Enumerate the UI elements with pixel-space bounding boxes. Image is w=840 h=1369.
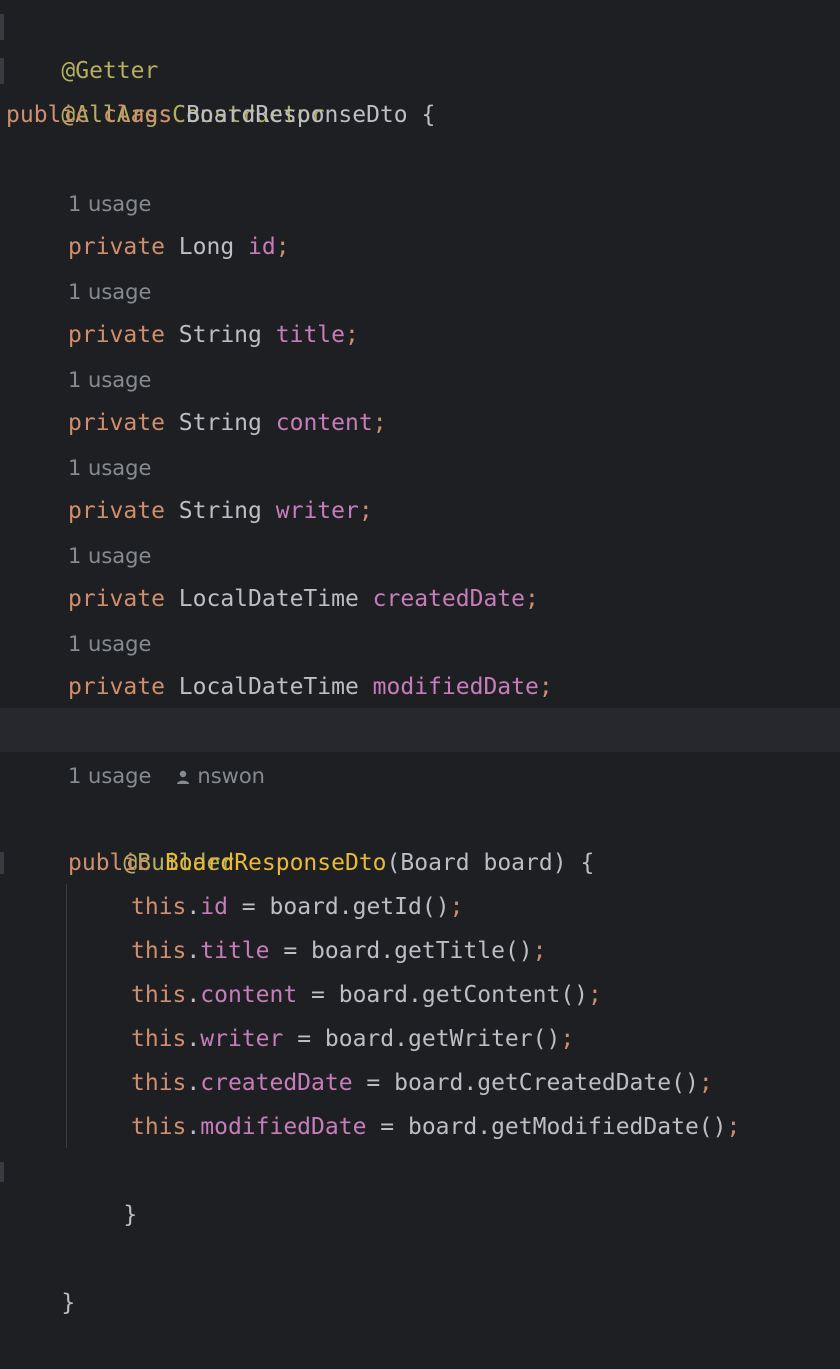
getter-call: getCreatedDate bbox=[477, 1070, 672, 1096]
class-name: BoardResponseDto bbox=[186, 102, 408, 128]
keyword-this: this bbox=[131, 938, 187, 964]
usage-hint[interactable]: 1 usage bbox=[68, 764, 151, 788]
code-line-annotation-getter[interactable]: @Getter bbox=[6, 5, 840, 84]
user-icon bbox=[177, 770, 190, 784]
keyword-this: this bbox=[131, 1070, 187, 1096]
field-name: writer bbox=[275, 498, 359, 524]
keyword-private: private bbox=[68, 674, 165, 700]
code-line-annotation-allargs[interactable]: @AllArgsConstructor bbox=[6, 49, 840, 128]
param-name: board bbox=[483, 850, 553, 876]
semicolon: ; bbox=[358, 498, 373, 524]
code-line-constructor-close[interactable]: } bbox=[68, 1149, 840, 1228]
constructor-inlay-hint[interactable]: 1 usage nswon bbox=[68, 754, 840, 798]
field-type: LocalDateTime bbox=[178, 586, 359, 612]
open-brace: { bbox=[421, 102, 436, 128]
assign-field: writer bbox=[200, 1026, 284, 1052]
keyword-private: private bbox=[68, 586, 165, 612]
param-ref: board bbox=[407, 1114, 478, 1140]
semicolon: ; bbox=[275, 234, 290, 260]
keyword-this: this bbox=[131, 894, 187, 920]
code-line-annotation-builder[interactable]: @Builder bbox=[68, 797, 840, 876]
keyword-this: this bbox=[131, 1114, 187, 1140]
keyword-this: this bbox=[131, 1026, 187, 1052]
code-line-assign-id[interactable]: this.id = board.getId(); bbox=[131, 885, 840, 929]
code-line-constructor-declaration[interactable]: public BoardResponseDto(Board board) { bbox=[68, 841, 840, 885]
current-line-highlight bbox=[0, 708, 840, 752]
field-type: String bbox=[178, 410, 262, 436]
semicolon: ; bbox=[538, 674, 553, 700]
code-line-assign-createddate[interactable]: this.createdDate = board.getCreatedDate(… bbox=[131, 1061, 840, 1105]
field-type: String bbox=[178, 322, 262, 348]
code-line-field-createddate[interactable]: private LocalDateTime createdDate; bbox=[68, 577, 840, 621]
usage-hint[interactable]: 1 usage bbox=[68, 622, 840, 666]
keyword-this: this bbox=[131, 982, 187, 1008]
usage-hint[interactable]: 1 usage bbox=[68, 358, 840, 402]
assign-field: modifiedDate bbox=[200, 1114, 367, 1140]
getter-call: getWriter bbox=[408, 1026, 533, 1052]
gutter-fold-marker[interactable] bbox=[0, 14, 4, 40]
close-brace: } bbox=[123, 1202, 138, 1228]
code-line-field-content[interactable]: private String content; bbox=[68, 401, 840, 445]
code-line-field-modifieddate[interactable]: private LocalDateTime modifiedDate; bbox=[68, 665, 840, 709]
code-line-field-id[interactable]: private Long id; bbox=[68, 225, 840, 269]
code-line-assign-modifieddate[interactable]: this.modifiedDate = board.getModifiedDat… bbox=[131, 1105, 840, 1149]
param-ref: board bbox=[269, 894, 339, 920]
code-line-class-close[interactable]: } bbox=[6, 1237, 840, 1316]
keyword-private: private bbox=[68, 498, 165, 524]
code-line-field-writer[interactable]: private String writer; bbox=[68, 489, 840, 533]
field-name: modifiedDate bbox=[372, 674, 539, 700]
usage-hint[interactable]: 1 usage bbox=[68, 534, 840, 578]
usage-hint[interactable]: 1 usage bbox=[68, 182, 840, 226]
field-type: Long bbox=[178, 234, 235, 260]
gutter-fold-marker[interactable] bbox=[0, 852, 4, 874]
open-paren: ( bbox=[386, 850, 401, 876]
assign-field: id bbox=[200, 894, 228, 920]
semicolon: ; bbox=[372, 410, 387, 436]
author-name[interactable]: nswon bbox=[197, 764, 265, 788]
close-brace: } bbox=[61, 1290, 76, 1316]
close-paren: ) bbox=[552, 850, 567, 876]
semicolon: ; bbox=[525, 586, 539, 612]
getter-call: getTitle bbox=[394, 938, 505, 964]
gutter-fold-marker[interactable] bbox=[0, 1162, 4, 1182]
code-line-class-declaration[interactable]: public class BoardResponseDto { bbox=[6, 93, 840, 137]
usage-hint[interactable]: 1 usage bbox=[68, 270, 840, 314]
code-line-assign-writer[interactable]: this.writer = board.getWriter(); bbox=[131, 1017, 840, 1061]
code-line-assign-title[interactable]: this.title = board.getTitle(); bbox=[131, 929, 840, 973]
code-editor[interactable]: @Getter @AllArgsConstructor public class… bbox=[0, 0, 840, 1316]
indent-guide bbox=[66, 884, 67, 1148]
semicolon: ; bbox=[345, 322, 359, 348]
field-type: String bbox=[178, 498, 262, 524]
field-name: createdDate bbox=[372, 586, 525, 612]
field-name: id bbox=[248, 234, 276, 260]
assign-field: createdDate bbox=[200, 1070, 353, 1096]
gutter-fold-marker[interactable] bbox=[0, 58, 4, 84]
assign-field: title bbox=[200, 938, 270, 964]
constructor-name: BoardResponseDto bbox=[164, 850, 387, 876]
keyword-public: public bbox=[6, 102, 90, 128]
param-ref: board bbox=[394, 1070, 464, 1096]
field-type: LocalDateTime bbox=[178, 674, 359, 700]
code-line-assign-content[interactable]: this.content = board.getContent(); bbox=[131, 973, 840, 1017]
param-ref: board bbox=[324, 1026, 395, 1052]
getter-call: getId bbox=[352, 894, 422, 920]
keyword-private: private bbox=[68, 410, 165, 436]
getter-call: getModifiedDate bbox=[491, 1114, 699, 1140]
assign-field: content bbox=[200, 982, 298, 1008]
usage-hint[interactable]: 1 usage bbox=[68, 446, 840, 490]
field-name: content bbox=[275, 410, 373, 436]
open-brace: { bbox=[580, 850, 595, 876]
param-type: Board bbox=[400, 850, 470, 876]
keyword-public: public bbox=[68, 850, 152, 876]
keyword-private: private bbox=[68, 234, 165, 260]
code-line-field-title[interactable]: private String title; bbox=[68, 313, 840, 357]
param-ref: board bbox=[311, 938, 381, 964]
field-name: title bbox=[275, 322, 345, 348]
getter-call: getContent bbox=[421, 982, 561, 1008]
keyword-private: private bbox=[68, 322, 165, 348]
param-ref: board bbox=[338, 982, 408, 1008]
keyword-class: class bbox=[102, 102, 173, 128]
